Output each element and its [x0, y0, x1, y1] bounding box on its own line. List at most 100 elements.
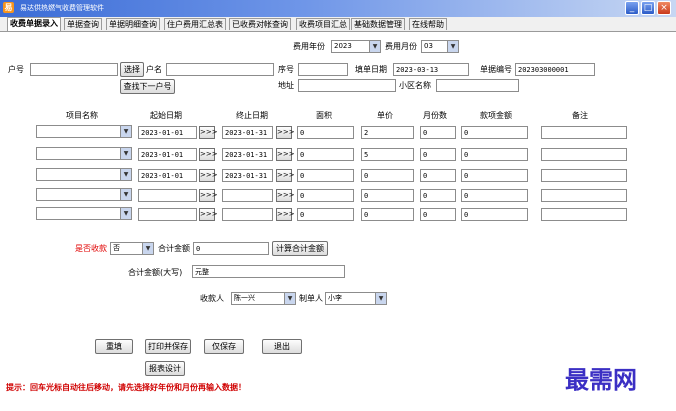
months-input[interactable]: [420, 208, 456, 221]
total-input[interactable]: [193, 242, 269, 255]
month-select[interactable]: 03 ▼: [421, 40, 459, 53]
name-label: 户名: [146, 65, 162, 74]
copy-date-button[interactable]: >>>: [276, 169, 295, 182]
months-input[interactable]: [420, 169, 456, 182]
chevron-down-icon: ▼: [375, 293, 386, 304]
copy-date-button[interactable]: >>>: [199, 189, 218, 202]
area-input[interactable]: [297, 126, 354, 139]
name-input[interactable]: [166, 63, 274, 76]
fill-date-input[interactable]: [393, 63, 469, 76]
amount-input[interactable]: [461, 189, 528, 202]
item-select[interactable]: ▼: [36, 207, 132, 220]
months-input[interactable]: [420, 126, 456, 139]
tab-household-fee-summary[interactable]: 住户费用汇总表: [164, 18, 226, 30]
total-upper-input[interactable]: [192, 265, 345, 278]
total-label: 合计金额: [158, 244, 190, 253]
start-date-input[interactable]: [138, 169, 197, 182]
months-input[interactable]: [420, 189, 456, 202]
amount-input[interactable]: [461, 126, 528, 139]
maker-select[interactable]: 小李 ▼: [325, 292, 387, 305]
item-select[interactable]: ▼: [36, 168, 132, 181]
community-label: 小区名称: [399, 81, 431, 90]
note-input[interactable]: [541, 126, 627, 139]
chevron-down-icon: ▼: [120, 189, 131, 200]
tab-receipt-entry[interactable]: 收费单据录入: [7, 17, 61, 31]
year-select[interactable]: 2023 ▼: [331, 40, 381, 53]
find-next-button[interactable]: 查找下一户号: [120, 79, 175, 94]
copy-date-button[interactable]: >>>: [199, 208, 218, 221]
months-input[interactable]: [420, 148, 456, 161]
report-design-button[interactable]: 报表设计: [145, 361, 185, 376]
paid-select[interactable]: 否 ▼: [110, 242, 154, 255]
save-only-button[interactable]: 仅保存: [204, 339, 244, 354]
col-item-header: 项目名称: [66, 111, 98, 120]
chevron-down-icon: ▼: [120, 148, 131, 159]
price-input[interactable]: [361, 208, 414, 221]
tab-basic-data[interactable]: 基础数据管理: [351, 18, 405, 30]
exit-button[interactable]: 退出: [262, 339, 302, 354]
household-input[interactable]: [30, 63, 118, 76]
app-icon: 易: [3, 2, 14, 13]
chevron-down-icon: ▼: [447, 41, 458, 52]
price-input[interactable]: [361, 169, 414, 182]
area-input[interactable]: [297, 169, 354, 182]
start-date-input[interactable]: [138, 148, 197, 161]
tab-receipt-detail-query[interactable]: 单据明细查询: [106, 18, 160, 30]
serial-label: 序号: [278, 65, 294, 74]
item-select[interactable]: ▼: [36, 147, 132, 160]
clear-button[interactable]: 重填: [95, 339, 133, 354]
start-date-input[interactable]: [138, 126, 197, 139]
chevron-down-icon: ▼: [284, 293, 295, 304]
paid-value: 否: [113, 244, 120, 252]
note-input[interactable]: [541, 148, 627, 161]
payee-label: 收款人: [200, 294, 224, 303]
amount-input[interactable]: [461, 169, 528, 182]
copy-date-button[interactable]: >>>: [276, 126, 295, 139]
note-input[interactable]: [541, 189, 627, 202]
copy-date-button[interactable]: >>>: [199, 148, 218, 161]
tab-receipt-query[interactable]: 单据查询: [64, 18, 102, 30]
start-date-input[interactable]: [138, 189, 197, 202]
copy-date-button[interactable]: >>>: [276, 148, 295, 161]
end-date-input[interactable]: [222, 169, 273, 182]
amount-input[interactable]: [461, 148, 528, 161]
item-select[interactable]: ▼: [36, 125, 132, 138]
price-input[interactable]: [361, 148, 414, 161]
area-input[interactable]: [297, 189, 354, 202]
note-input[interactable]: [541, 208, 627, 221]
tab-paid-reconciliation[interactable]: 已收费对帐查询: [229, 18, 291, 30]
payee-select[interactable]: 陈一兴 ▼: [231, 292, 296, 305]
price-input[interactable]: [361, 126, 414, 139]
note-input[interactable]: [541, 169, 627, 182]
col-start-header: 起始日期: [150, 111, 182, 120]
calc-total-button[interactable]: 计算合计金额: [272, 241, 328, 256]
copy-date-button[interactable]: >>>: [199, 126, 218, 139]
start-date-input[interactable]: [138, 208, 197, 221]
community-input[interactable]: [436, 79, 519, 92]
serial-input[interactable]: [298, 63, 348, 76]
copy-date-button[interactable]: >>>: [276, 208, 295, 221]
price-input[interactable]: [361, 189, 414, 202]
end-date-input[interactable]: [222, 148, 273, 161]
print-save-button[interactable]: 打印并保存: [145, 339, 191, 354]
end-date-input[interactable]: [222, 189, 273, 202]
tab-fee-item-summary[interactable]: 收费项目汇总: [296, 18, 350, 30]
maximize-button[interactable]: □: [641, 1, 655, 15]
select-household-button[interactable]: 选择: [120, 62, 144, 77]
item-select[interactable]: ▼: [36, 188, 132, 201]
col-months-header: 月份数: [423, 111, 447, 120]
minimize-button[interactable]: _: [625, 1, 639, 15]
copy-date-button[interactable]: >>>: [199, 169, 218, 182]
receipt-no-input[interactable]: [515, 63, 595, 76]
amount-input[interactable]: [461, 208, 528, 221]
end-date-input[interactable]: [222, 208, 273, 221]
maker-label: 制单人: [299, 294, 323, 303]
area-input[interactable]: [297, 148, 354, 161]
tab-online-help[interactable]: 在线帮助: [409, 18, 447, 30]
close-button[interactable]: ×: [657, 1, 671, 15]
payee-value: 陈一兴: [234, 294, 255, 302]
area-input[interactable]: [297, 208, 354, 221]
copy-date-button[interactable]: >>>: [276, 189, 295, 202]
address-input[interactable]: [298, 79, 396, 92]
end-date-input[interactable]: [222, 126, 273, 139]
